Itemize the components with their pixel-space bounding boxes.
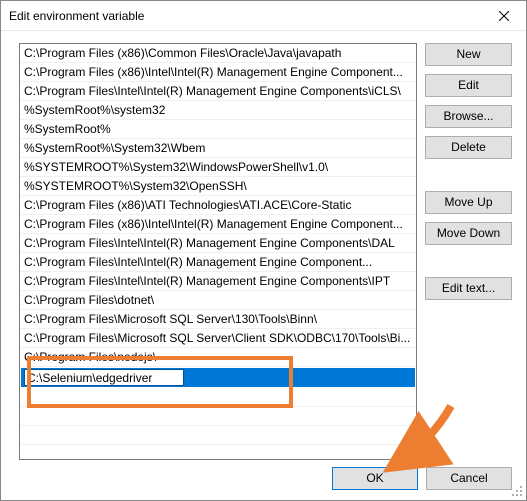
- list-item[interactable]: C:\Program Files\dotnet\: [20, 291, 416, 310]
- window-title: Edit environment variable: [9, 9, 481, 23]
- list-item[interactable]: C:\Program Files (x86)\Intel\Intel(R) Ma…: [20, 63, 416, 82]
- close-icon: [499, 11, 509, 21]
- resize-grip[interactable]: [512, 486, 524, 498]
- empty-row[interactable]: [20, 407, 416, 426]
- list-item[interactable]: %SystemRoot%\system32: [20, 101, 416, 120]
- list-item[interactable]: %SystemRoot%\System32\Wbem: [20, 139, 416, 158]
- list-item[interactable]: C:\Program Files\nodejs\: [20, 348, 416, 367]
- list-item[interactable]: C:\Program Files\Microsoft SQL Server\13…: [20, 310, 416, 329]
- path-listbox[interactable]: C:\Program Files (x86)\Common Files\Orac…: [19, 43, 417, 460]
- list-item[interactable]: C:\Program Files\Intel\Intel(R) Manageme…: [20, 234, 416, 253]
- list-item[interactable]: C:\Program Files\Intel\Intel(R) Manageme…: [20, 82, 416, 101]
- cancel-button[interactable]: Cancel: [426, 467, 512, 490]
- list-item[interactable]: C:\Program Files (x86)\ATI Technologies\…: [20, 196, 416, 215]
- ok-button[interactable]: OK: [332, 467, 418, 490]
- title-bar: Edit environment variable: [1, 1, 526, 31]
- new-button[interactable]: New: [425, 43, 512, 66]
- list-item[interactable]: %SYSTEMROOT%\System32\WindowsPowerShell\…: [20, 158, 416, 177]
- delete-button[interactable]: Delete: [425, 136, 512, 159]
- empty-row[interactable]: [20, 445, 416, 460]
- edit-button[interactable]: Edit: [425, 74, 512, 97]
- empty-row[interactable]: [20, 426, 416, 445]
- edit-input[interactable]: [24, 369, 184, 386]
- list-item[interactable]: C:\Program Files (x86)\Common Files\Orac…: [20, 44, 416, 63]
- grip-icon: [512, 486, 524, 498]
- close-button[interactable]: [481, 1, 526, 31]
- empty-row[interactable]: [20, 388, 416, 407]
- list-item[interactable]: %SystemRoot%: [20, 120, 416, 139]
- selected-row[interactable]: [21, 368, 415, 387]
- list-item[interactable]: C:\Program Files (x86)\Intel\Intel(R) Ma…: [20, 215, 416, 234]
- move-down-button[interactable]: Move Down: [425, 222, 512, 245]
- move-up-button[interactable]: Move Up: [425, 191, 512, 214]
- browse-button[interactable]: Browse...: [425, 105, 512, 128]
- list-item[interactable]: C:\Program Files\Microsoft SQL Server\Cl…: [20, 329, 416, 348]
- list-item[interactable]: C:\Program Files\Intel\Intel(R) Manageme…: [20, 253, 416, 272]
- list-item[interactable]: %SYSTEMROOT%\System32\OpenSSH\: [20, 177, 416, 196]
- list-item[interactable]: C:\Program Files\Intel\Intel(R) Manageme…: [20, 272, 416, 291]
- edit-text-button[interactable]: Edit text...: [425, 277, 512, 300]
